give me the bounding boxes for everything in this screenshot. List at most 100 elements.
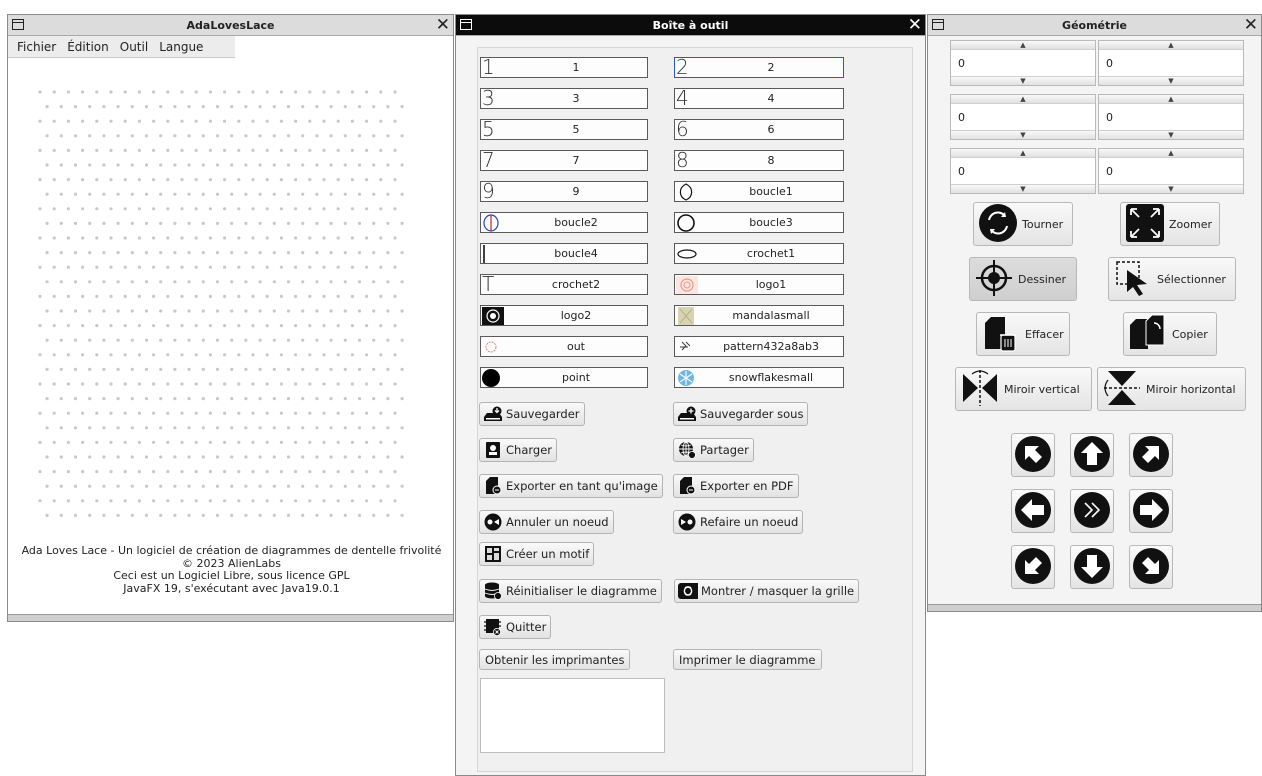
grid-dot [187, 221, 191, 225]
shape-button-mandalasmall[interactable]: mandalasmall [674, 305, 844, 326]
grid-dot [159, 251, 163, 255]
window-menu-icon[interactable] [12, 19, 24, 30]
quit-button[interactable]: Quitter [479, 615, 552, 639]
shape-button-out[interactable]: out [480, 336, 648, 357]
move-center-button[interactable] [1070, 489, 1114, 533]
shape-button-pattern432a8ab3[interactable]: pattern432a8ab3 [674, 336, 844, 357]
spinner-down-icon[interactable]: ▼ [1099, 76, 1243, 85]
shape-button-boucle2[interactable]: boucle2 [480, 212, 648, 233]
grid-dot [144, 251, 149, 255]
shape-button-5[interactable]: 55 [480, 119, 648, 140]
export-image-button[interactable]: Exporter en tant qu'image [479, 474, 663, 498]
erase-button[interactable]: Effacer [976, 312, 1070, 356]
shape-button-boucle4[interactable]: boucle4 [480, 243, 648, 264]
spinner-4[interactable]: ▲ 0 ▼ [1098, 94, 1244, 140]
load-button[interactable]: Charger [479, 438, 557, 462]
spinner-5[interactable]: ▲ 0 ▼ [950, 148, 1096, 194]
spinner-up-icon[interactable]: ▲ [951, 95, 1095, 104]
spinner-up-icon[interactable]: ▲ [951, 149, 1095, 158]
window-menu-icon[interactable] [460, 19, 472, 30]
undo-button[interactable]: Annuler un noeud [479, 510, 614, 534]
shape-button-9[interactable]: 99 [480, 181, 648, 202]
shape-button-logo2[interactable]: logo2 [480, 305, 648, 326]
spinner-down-icon[interactable]: ▼ [951, 76, 1095, 85]
share-button[interactable]: Partager [673, 438, 754, 462]
horizontal-scrollbar[interactable] [8, 614, 453, 621]
redo-button[interactable]: Refaire un noeud [673, 510, 804, 534]
copy-button[interactable]: Copier [1123, 312, 1217, 356]
shape-button-crochet2[interactable]: Tcrochet2 [480, 274, 648, 295]
horizontal-scrollbar[interactable] [928, 604, 1261, 611]
spinner-down-icon[interactable]: ▼ [951, 130, 1095, 139]
mirror-horizontal-button[interactable]: Miroir horizontal [1097, 367, 1246, 411]
spinner-up-icon[interactable]: ▲ [1099, 149, 1243, 158]
print-diagram-button[interactable]: Imprimer le diagramme [673, 649, 822, 670]
toggle-grid-button[interactable]: Montrer / masquer la grille [674, 579, 860, 603]
spinner-down-icon[interactable]: ▼ [1099, 130, 1243, 139]
reset-diagram-button[interactable]: Réinitialiser le diagramme [479, 579, 662, 603]
spinner-3[interactable]: ▲ 0 ▼ [950, 94, 1096, 140]
shape-button-8[interactable]: 88 [674, 150, 844, 171]
create-pattern-button[interactable]: Créer un motif [479, 542, 595, 566]
grid-dot [215, 221, 220, 225]
move-right-button[interactable] [1129, 489, 1173, 533]
close-icon[interactable]: ✕ [908, 15, 922, 35]
spinner-up-icon[interactable]: ▲ [1099, 95, 1243, 104]
spinner-up-icon[interactable]: ▲ [1099, 41, 1243, 50]
move-down-right-button[interactable] [1129, 545, 1173, 589]
save-button[interactable]: Sauvegarder [479, 402, 585, 426]
shape-button-4[interactable]: 44 [674, 88, 844, 109]
spinner-down-icon[interactable]: ▼ [1099, 184, 1243, 193]
main-window-titlebar[interactable]: AdaLovesLace ✕ [8, 15, 453, 36]
shape-button-crochet1[interactable]: crochet1 [674, 243, 844, 264]
shape-button-7[interactable]: 77 [480, 150, 648, 171]
shape-button-2[interactable]: 22 [674, 57, 844, 78]
shape-button-1[interactable]: 11 [480, 57, 648, 78]
rotate-button[interactable]: Tourner [973, 202, 1073, 246]
save-as-button[interactable]: Sauvegarder sous [673, 402, 809, 426]
move-down-button[interactable] [1070, 545, 1114, 589]
move-up-right-button[interactable] [1129, 433, 1173, 477]
shape-button-3[interactable]: 33 [480, 88, 648, 109]
window-menu-icon[interactable] [932, 19, 944, 30]
shape-button-snowflakesmall[interactable]: snowflakesmall [674, 367, 844, 388]
diagram-grid[interactable] [36, 88, 410, 528]
shape-button-boucle1[interactable]: boucle1 [674, 181, 844, 202]
grid-dot [159, 484, 163, 488]
shape-button-point[interactable]: point [480, 367, 648, 388]
grid-dot [215, 280, 220, 284]
move-up-button[interactable] [1070, 433, 1114, 477]
mirror-vertical-button[interactable]: Miroir vertical [955, 367, 1092, 411]
grid-dot [322, 470, 326, 474]
close-icon[interactable]: ✕ [1244, 15, 1258, 35]
menu-edition[interactable]: Édition [62, 40, 115, 54]
spinner-1[interactable]: ▲ 0 ▼ [950, 40, 1096, 86]
shape-button-logo1[interactable]: logo1 [674, 274, 844, 295]
printer-list-textarea[interactable] [480, 678, 665, 753]
arrow-down-right-icon [1132, 547, 1170, 588]
close-icon[interactable]: ✕ [436, 15, 450, 35]
move-left-button[interactable] [1011, 489, 1055, 533]
geometry-titlebar[interactable]: Géométrie ✕ [928, 15, 1261, 36]
move-down-left-button[interactable] [1011, 545, 1055, 589]
grid-dot [286, 221, 291, 225]
spinner-6[interactable]: ▲ 0 ▼ [1098, 148, 1244, 194]
spinner-2[interactable]: ▲ 0 ▼ [1098, 40, 1244, 86]
grid-dot [187, 163, 191, 167]
export-pdf-button[interactable]: Exporter en PDF [673, 474, 799, 498]
draw-button[interactable]: Dessiner [969, 257, 1077, 301]
shape-button-boucle3[interactable]: boucle3 [674, 212, 844, 233]
menu-langue[interactable]: Langue [154, 40, 209, 54]
shape-button-6[interactable]: 66 [674, 119, 844, 140]
grid-dot [130, 367, 134, 371]
move-up-left-button[interactable] [1011, 433, 1055, 477]
grid-dot [386, 513, 390, 517]
toolbox-titlebar[interactable]: Boîte à outil ✕ [456, 15, 925, 36]
spinner-down-icon[interactable]: ▼ [951, 184, 1095, 193]
spinner-up-icon[interactable]: ▲ [951, 41, 1095, 50]
select-button[interactable]: Sélectionner [1108, 257, 1236, 301]
menu-outil[interactable]: Outil [115, 40, 154, 54]
get-printers-button[interactable]: Obtenir les imprimantes [479, 649, 631, 670]
menu-fichier[interactable]: Fichier [12, 40, 62, 54]
zoom-button[interactable]: Zoomer [1120, 202, 1220, 246]
